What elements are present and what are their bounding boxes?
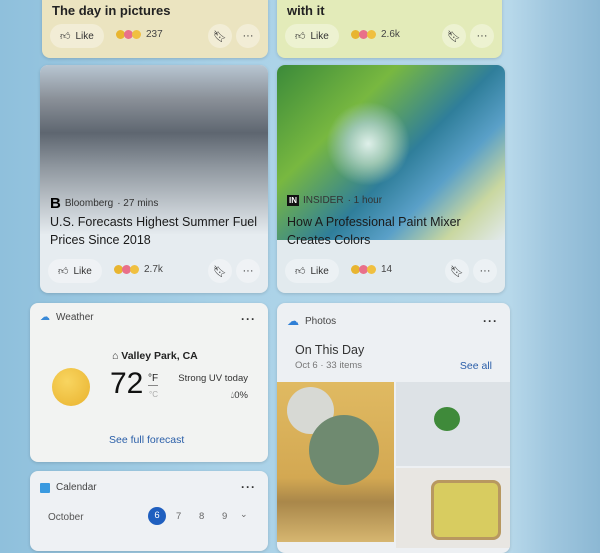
location: ⌂ Valley Park, CA [112, 350, 198, 362]
like-button[interactable]: 👍︎ Like [50, 24, 104, 48]
reactions[interactable]: 2.6k [351, 29, 400, 40]
weather-cloud-icon: ☁ [40, 312, 50, 323]
unit-celsius[interactable]: °C [149, 390, 158, 399]
card-title[interactable]: U.S. Forecasts Highest Summer Fuel Price… [50, 213, 258, 249]
news-source: IN INSIDER · 1 hour [287, 195, 383, 206]
more-options-icon[interactable]: ··· [470, 24, 494, 48]
photos-subtitle: Oct 6 · 33 items [295, 360, 363, 371]
like-button[interactable]: 👍︎ Like [285, 24, 339, 48]
more-options-icon[interactable]: ··· [241, 480, 256, 494]
home-icon: ⌂ [112, 350, 122, 362]
see-full-forecast-link[interactable]: See full forecast [109, 434, 184, 446]
temperature: 72 [110, 367, 144, 400]
photo-still-life[interactable] [277, 382, 394, 542]
calendar-day-7[interactable]: 7 [176, 511, 181, 522]
see-all-link[interactable]: See all [460, 360, 492, 372]
more-options-icon[interactable]: ··· [236, 259, 260, 283]
photo-hanging-plant[interactable] [396, 382, 510, 466]
photos-heading: On This Day [295, 343, 365, 357]
thumbs-up-icon: 👍︎ [58, 266, 69, 277]
calendar-day-8[interactable]: 8 [199, 511, 204, 522]
thumbs-up-icon: 👍︎ [295, 31, 306, 42]
weather-widget[interactable]: ☁ Weather ··· ⌂ Valley Park, CA 72 °F °C … [30, 303, 268, 462]
bookmark-icon[interactable]: 🔖︎ [208, 259, 232, 283]
unit-fahrenheit[interactable]: °F [148, 373, 159, 386]
news-card-top-right[interactable]: with it 👍︎ Like 2.6k 🔖︎ ··· [277, 0, 502, 58]
more-options-icon[interactable]: ··· [483, 314, 498, 328]
bookmark-icon[interactable]: 🔖︎ [445, 259, 469, 283]
thumbs-up-icon: 👍︎ [295, 266, 306, 277]
calendar-icon [40, 482, 50, 493]
thumbs-up-icon: 👍︎ [60, 31, 71, 42]
calendar-day-6[interactable]: 6 [148, 507, 166, 525]
news-card-insider[interactable]: IN INSIDER · 1 hour How A Professional Pai… [277, 65, 505, 293]
reactions[interactable]: 237 [116, 29, 163, 40]
more-options-icon[interactable]: ··· [236, 24, 260, 48]
chevron-down-icon[interactable]: ⌄ [240, 509, 248, 520]
card-title[interactable]: How A Professional Paint Mixer Creates C… [287, 213, 495, 249]
news-card-bloomberg[interactable]: B Bloomberg · 27 mins U.S. Forecasts Highe… [40, 65, 268, 293]
reactions[interactable]: 2.7k [114, 264, 163, 275]
calendar-month: October [48, 512, 84, 523]
more-options-icon[interactable]: ··· [241, 312, 256, 326]
news-card-day-in-pictures[interactable]: The day in pictures 👍︎ Like 237 🔖︎ ··· [42, 0, 268, 58]
like-button[interactable]: 👍︎ Like [48, 259, 102, 283]
more-options-icon[interactable]: ··· [473, 259, 497, 283]
bookmark-icon[interactable]: 🔖︎ [208, 24, 232, 48]
card-title: The day in pictures [52, 3, 171, 18]
like-button[interactable]: 👍︎ Like [285, 259, 339, 283]
card-title: with it [287, 3, 325, 18]
weather-condition: Strong UV today [178, 373, 248, 384]
insider-logo: IN [287, 195, 299, 206]
reactions[interactable]: 14 [351, 264, 392, 275]
photos-widget[interactable]: ☁ Photos ··· On This Day Oct 6 · 33 items… [277, 303, 510, 553]
precipitation: 💧︎0% [230, 390, 248, 401]
calendar-widget[interactable]: Calendar ··· October 6 7 8 9 ⌄ [30, 471, 268, 551]
bookmark-icon[interactable]: 🔖︎ [442, 24, 466, 48]
onedrive-cloud-icon: ☁ [287, 314, 299, 328]
photo-rattan-chair[interactable] [396, 468, 510, 548]
news-source: B Bloomberg · 27 mins [50, 195, 159, 212]
sun-icon [52, 368, 90, 406]
bloomberg-logo: B [50, 195, 61, 212]
calendar-day-9[interactable]: 9 [222, 511, 227, 522]
